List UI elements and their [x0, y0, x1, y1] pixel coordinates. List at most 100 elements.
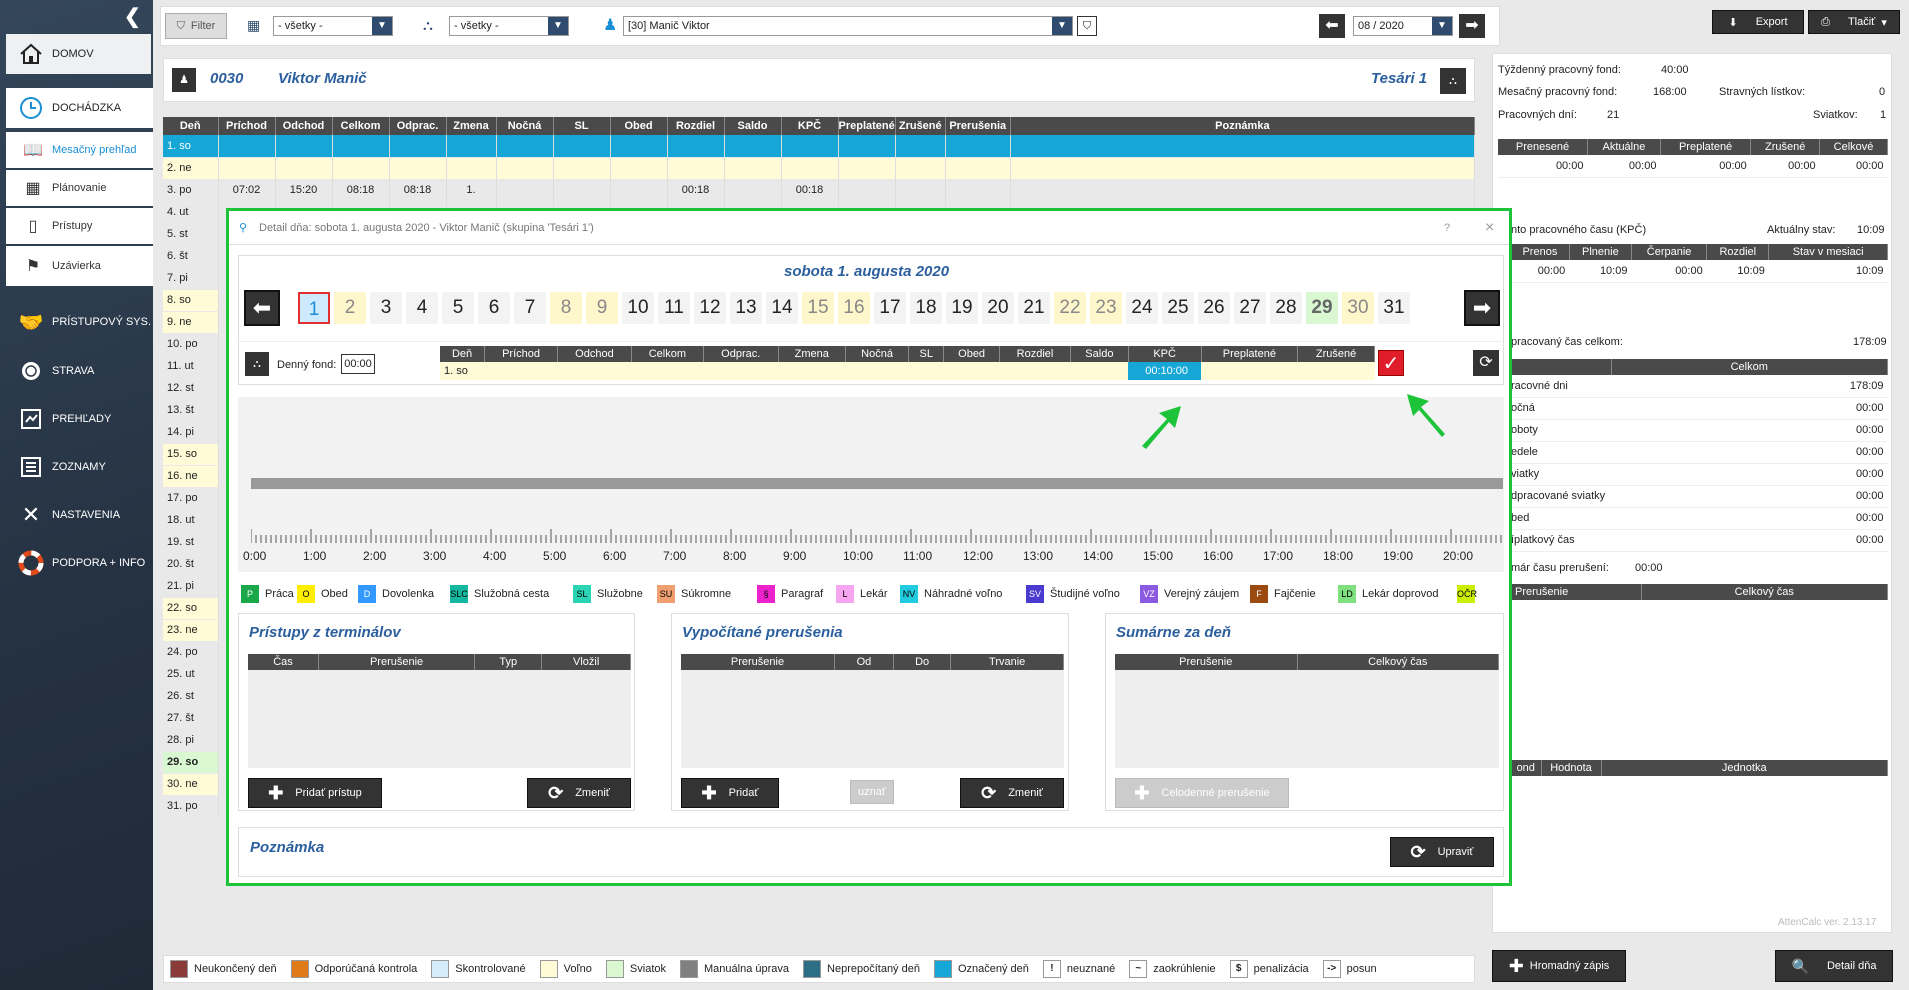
- day-button[interactable]: 25: [1162, 292, 1194, 324]
- grid-header[interactable]: Saldo: [724, 117, 782, 135]
- day-button[interactable]: 5: [442, 292, 474, 324]
- day-button[interactable]: 1: [298, 292, 330, 324]
- access-list[interactable]: [248, 670, 631, 768]
- day-table-cell[interactable]: [703, 362, 779, 380]
- sub-mesacny-prehlad[interactable]: 📖 Mesačný prehľad: [6, 132, 153, 168]
- change-access-button[interactable]: ⟳ Zmeniť: [527, 778, 631, 808]
- day-button[interactable]: 13: [730, 292, 762, 324]
- collapse-icon[interactable]: ❮: [124, 4, 146, 28]
- day-button[interactable]: 18: [910, 292, 942, 324]
- nav-strava[interactable]: STRAVA: [6, 351, 153, 391]
- grid-header[interactable]: Obed: [610, 117, 668, 135]
- day-table-cell[interactable]: 00:10:00: [1128, 362, 1202, 380]
- day-table-cell[interactable]: [845, 362, 909, 380]
- prev-month-button[interactable]: ⬅: [1319, 14, 1345, 38]
- refresh-button[interactable]: ⟳: [1473, 350, 1499, 376]
- day-button[interactable]: 19: [946, 292, 978, 324]
- hierarchy-icon[interactable]: ⛬: [1440, 68, 1466, 94]
- day-button[interactable]: 20: [982, 292, 1014, 324]
- grid-header[interactable]: SL: [553, 117, 611, 135]
- sub-pristupy[interactable]: ▯ Prístupy: [6, 208, 153, 244]
- grid-header[interactable]: Nočná: [496, 117, 554, 135]
- next-day-button[interactable]: ➡: [1464, 290, 1500, 326]
- day-button[interactable]: 9: [586, 292, 618, 324]
- day-button[interactable]: 8: [550, 292, 582, 324]
- day-button[interactable]: 12: [694, 292, 726, 324]
- grid-header[interactable]: Odprac.: [389, 117, 447, 135]
- grid-header[interactable]: KPČ: [781, 117, 839, 135]
- nav-dochadzka[interactable]: DOCHÁDZKA: [6, 88, 153, 128]
- day-button[interactable]: 23: [1090, 292, 1122, 324]
- day-button[interactable]: 15: [802, 292, 834, 324]
- table-row[interactable]: 3. po 07:02 15:20 08:18 08:18 1. 00:18 00:18: [163, 179, 1476, 202]
- nav-pristupovy[interactable]: 🤝 PRÍSTUPOVÝ SYS.: [6, 302, 153, 342]
- day-button[interactable]: 14: [766, 292, 798, 324]
- day-button[interactable]: 22: [1054, 292, 1086, 324]
- grid-header[interactable]: Poznámka: [1010, 117, 1476, 135]
- timeline-bar[interactable]: [251, 478, 1503, 489]
- grid-header[interactable]: Príchod: [218, 117, 276, 135]
- day-button[interactable]: 10: [622, 292, 654, 324]
- grid-header[interactable]: Zrušené: [895, 117, 946, 135]
- employee-select[interactable]: [30] Manič Viktor ▼: [623, 16, 1073, 36]
- day-button[interactable]: 2: [334, 292, 366, 324]
- confirm-checkbox[interactable]: ✓: [1378, 350, 1404, 376]
- day-button[interactable]: 11: [658, 292, 690, 324]
- close-button[interactable]: ×: [1485, 211, 1494, 245]
- day-table-cell[interactable]: [1201, 362, 1298, 380]
- day-table-cell[interactable]: [908, 362, 944, 380]
- grid-header[interactable]: Prerušenia: [945, 117, 1011, 135]
- bulk-entry-button[interactable]: ✚ Hromadný zápis: [1492, 950, 1626, 982]
- accept-button[interactable]: uznať: [850, 780, 894, 804]
- day-detail-button[interactable]: 🔍 Detail dňa: [1775, 950, 1893, 982]
- nav-nastavenia[interactable]: ✕ NASTAVENIA: [6, 495, 153, 535]
- day-table-cell[interactable]: [1070, 362, 1129, 380]
- next-month-button[interactable]: ➡: [1459, 14, 1485, 38]
- day-table-cell[interactable]: [999, 362, 1071, 380]
- add-break-button[interactable]: ✚ Pridať: [681, 778, 779, 808]
- day-button[interactable]: 3: [370, 292, 402, 324]
- day-button[interactable]: 30: [1342, 292, 1374, 324]
- change-break-button[interactable]: ⟳ Zmeniť: [960, 778, 1064, 808]
- prev-day-button[interactable]: ⬅: [244, 290, 280, 326]
- day-button[interactable]: 28: [1270, 292, 1302, 324]
- day-button[interactable]: 17: [874, 292, 906, 324]
- day-button[interactable]: 26: [1198, 292, 1230, 324]
- breaks-list[interactable]: [681, 670, 1064, 768]
- day-table-cell[interactable]: [943, 362, 1000, 380]
- day-table-cell[interactable]: [1297, 362, 1375, 380]
- grid-header[interactable]: Deň: [163, 117, 219, 135]
- employee-filter-icon[interactable]: ⛉: [1077, 16, 1097, 36]
- table-row[interactable]: 1. so: [163, 135, 1476, 158]
- day-table-cell[interactable]: [778, 362, 846, 380]
- grid-header[interactable]: Odchod: [275, 117, 333, 135]
- day-button[interactable]: 21: [1018, 292, 1050, 324]
- sub-uzavierka[interactable]: ⚑ Uzávierka: [6, 246, 153, 286]
- hierarchy-select[interactable]: - všetky - ▼: [449, 16, 569, 36]
- month-select[interactable]: 08 / 2020 ▼: [1353, 16, 1453, 36]
- day-button[interactable]: 27: [1234, 292, 1266, 324]
- day-button[interactable]: 16: [838, 292, 870, 324]
- day-button[interactable]: 4: [406, 292, 438, 324]
- export-button[interactable]: ⬇ Export: [1712, 10, 1804, 34]
- day-table-cell[interactable]: [631, 362, 704, 380]
- day-button[interactable]: 31: [1378, 292, 1410, 324]
- nav-zoznamy[interactable]: ZOZNAMY: [6, 447, 153, 487]
- day-table-cell[interactable]: 1. so: [440, 362, 485, 380]
- day-button[interactable]: 24: [1126, 292, 1158, 324]
- nav-prehlady[interactable]: PREHĽADY: [6, 399, 153, 439]
- fullday-break-button[interactable]: ✚ Celodenné prerušenie: [1115, 778, 1289, 808]
- add-access-button[interactable]: ✚ Pridať prístup: [248, 778, 382, 808]
- grid-header[interactable]: Preplatené: [838, 117, 896, 135]
- group-select[interactable]: - všetky - ▼: [273, 16, 393, 36]
- nav-podpora[interactable]: PODPORA + INFO: [6, 543, 153, 583]
- sub-planovanie[interactable]: ▦ Plánovanie: [6, 170, 153, 206]
- grid-header[interactable]: Celkom: [332, 117, 390, 135]
- day-button[interactable]: 7: [514, 292, 546, 324]
- fund-input[interactable]: 00:00: [341, 354, 375, 374]
- edit-note-button[interactable]: ⟳ Upraviť: [1390, 837, 1494, 867]
- grid-header[interactable]: Zmena: [446, 117, 497, 135]
- day-table-cell[interactable]: [484, 362, 558, 380]
- nav-domov[interactable]: DOMOV: [6, 34, 151, 74]
- grid-header[interactable]: Rozdiel: [667, 117, 725, 135]
